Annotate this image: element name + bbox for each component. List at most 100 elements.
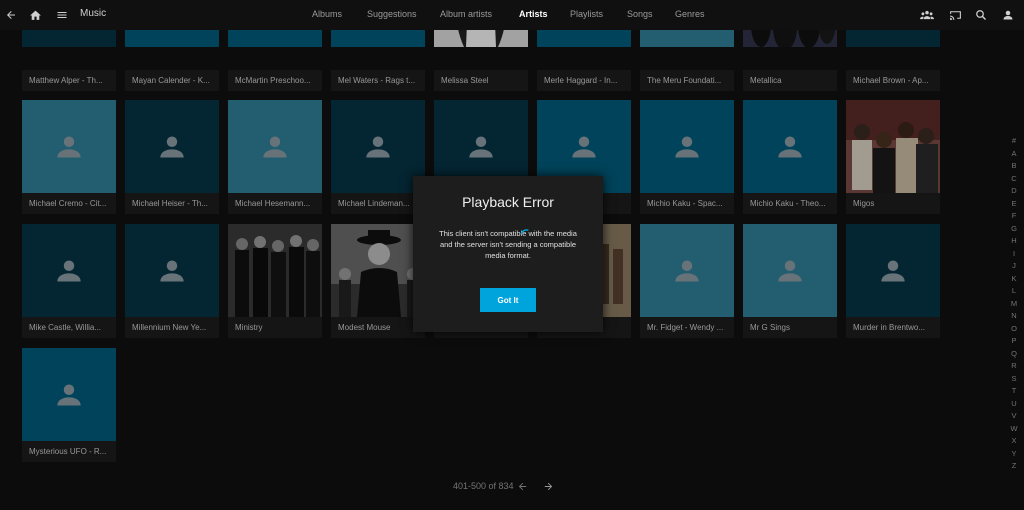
cast-icon[interactable] [944, 0, 966, 30]
alphabet-letter[interactable]: Q [1008, 348, 1020, 361]
artist-photo [228, 224, 322, 317]
top-bar: Music Albums Suggestions Album artists A… [0, 0, 1024, 30]
artist-name: Migos [846, 193, 940, 214]
alphabet-letter[interactable]: K [1008, 273, 1020, 286]
artist-card[interactable]: Ministry [228, 224, 322, 338]
alphabet-letter[interactable]: X [1008, 435, 1020, 448]
arrow-right-icon [544, 482, 552, 490]
person-placeholder-icon [778, 260, 802, 281]
alphabet-letter[interactable]: P [1008, 335, 1020, 348]
tab-albums[interactable]: Albums [312, 9, 342, 19]
artist-name: Millennium New Ye... [125, 317, 219, 338]
user-icon[interactable] [997, 0, 1019, 30]
person-placeholder-icon [778, 136, 802, 157]
alphabet-letter[interactable]: J [1008, 260, 1020, 273]
artist-card[interactable]: Migos [846, 100, 940, 214]
artist-card[interactable]: Michael Lindeman... [331, 100, 425, 214]
alphabet-letter[interactable]: F [1008, 210, 1020, 223]
artist-name: Mel Waters - Rags t... [331, 70, 425, 91]
alphabet-picker: # A B C D E F G H I J K L M N O P Q R S T U V W X Y Z [1008, 135, 1020, 473]
loading-spinner-icon [520, 229, 529, 235]
artist-card[interactable]: Millennium New Ye... [125, 224, 219, 338]
menu-icon[interactable] [51, 0, 73, 30]
artist-card[interactable]: Michio Kaku - Theo... [743, 100, 837, 214]
artist-card[interactable]: Murder in Brentwo... [846, 224, 940, 338]
alphabet-letter[interactable]: D [1008, 185, 1020, 198]
tab-suggestions[interactable]: Suggestions [367, 9, 417, 19]
alphabet-letter[interactable]: H [1008, 235, 1020, 248]
artist-thumb [22, 224, 116, 317]
tab-songs[interactable]: Songs [627, 9, 653, 19]
back-arrow-icon[interactable] [0, 0, 22, 30]
artist-name: Michio Kaku - Spac... [640, 193, 734, 214]
artist-name: Mayan Calender - K... [125, 70, 219, 91]
alphabet-letter[interactable]: I [1008, 248, 1020, 261]
alphabet-letter[interactable]: C [1008, 173, 1020, 186]
artist-thumb [228, 100, 322, 193]
search-icon[interactable] [970, 0, 992, 30]
alphabet-letter[interactable]: E [1008, 198, 1020, 211]
artist-card[interactable]: Michael Hesemann... [228, 100, 322, 214]
alphabet-letter[interactable]: V [1008, 410, 1020, 423]
alphabet-letter[interactable]: M [1008, 298, 1020, 311]
tab-artists[interactable]: Artists [519, 9, 548, 19]
artist-name: Merle Haggard - In... [537, 70, 631, 91]
alphabet-letter[interactable]: O [1008, 323, 1020, 336]
home-icon[interactable] [24, 0, 46, 30]
arrow-left-icon [518, 482, 526, 490]
artist-thumb [743, 100, 837, 193]
artist-thumb [22, 348, 116, 441]
artist-name: Matthew Alper - Th... [22, 70, 116, 91]
alphabet-letter[interactable]: W [1008, 423, 1020, 436]
artist-thumb [125, 100, 219, 193]
alphabet-letter[interactable]: T [1008, 385, 1020, 398]
alphabet-letter[interactable]: N [1008, 310, 1020, 323]
person-placeholder-icon [160, 260, 184, 281]
alphabet-letter[interactable]: # [1008, 135, 1020, 148]
tab-playlists[interactable]: Playlists [570, 9, 603, 19]
alphabet-letter[interactable]: S [1008, 373, 1020, 386]
group-icon[interactable] [916, 0, 938, 30]
artist-name: The Meru Foundati... [640, 70, 734, 91]
alphabet-letter[interactable]: Y [1008, 448, 1020, 461]
artist-thumb [22, 100, 116, 193]
next-page-button[interactable] [540, 478, 556, 494]
alphabet-letter[interactable]: R [1008, 360, 1020, 373]
artist-card[interactable]: Mr G Sings [743, 224, 837, 338]
person-placeholder-icon [263, 136, 287, 157]
dialog-message: This client isn't compatible with the me… [439, 229, 577, 260]
artist-card[interactable]: Mr. Fidget - Wendy ... [640, 224, 734, 338]
artist-thumb [640, 224, 734, 317]
dialog-title: Playback Error [462, 194, 554, 210]
artist-card[interactable]: Modest Mouse [331, 224, 425, 338]
artist-name: Melissa Steel [434, 70, 528, 91]
artist-name: Murder in Brentwo... [846, 317, 940, 338]
artist-name: Mike Castle, Willia... [22, 317, 116, 338]
alphabet-letter[interactable]: Z [1008, 460, 1020, 473]
artist-card[interactable]: Michael Cremo - Cit... [22, 100, 116, 214]
artist-card[interactable]: Mike Castle, Willia... [22, 224, 116, 338]
artist-photo [846, 100, 940, 193]
playback-error-dialog: Playback Error This client isn't compati… [413, 176, 603, 332]
got-it-button[interactable]: Got It [480, 288, 536, 312]
artist-card[interactable]: Michael Heiser - Th... [125, 100, 219, 214]
person-placeholder-icon [469, 136, 493, 157]
tab-genres[interactable]: Genres [675, 9, 705, 19]
artist-name: McMartin Preschoo... [228, 70, 322, 91]
tab-album-artists[interactable]: Album artists [440, 9, 492, 19]
artist-name: Modest Mouse [331, 317, 425, 338]
alphabet-letter[interactable]: B [1008, 160, 1020, 173]
artist-thumb [331, 100, 425, 193]
artist-thumb [640, 100, 734, 193]
alphabet-letter[interactable]: L [1008, 285, 1020, 298]
artist-name: Michael Brown - Ap... [846, 70, 940, 91]
artist-card[interactable]: Michio Kaku - Spac... [640, 100, 734, 214]
artist-name: Michael Cremo - Cit... [22, 193, 116, 214]
artist-thumb [846, 224, 940, 317]
previous-page-button[interactable] [514, 478, 530, 494]
alphabet-letter[interactable]: A [1008, 148, 1020, 161]
alphabet-letter[interactable]: G [1008, 223, 1020, 236]
alphabet-letter[interactable]: U [1008, 398, 1020, 411]
person-placeholder-icon [675, 260, 699, 281]
artist-card[interactable]: Mysterious UFO - R... [22, 348, 116, 462]
